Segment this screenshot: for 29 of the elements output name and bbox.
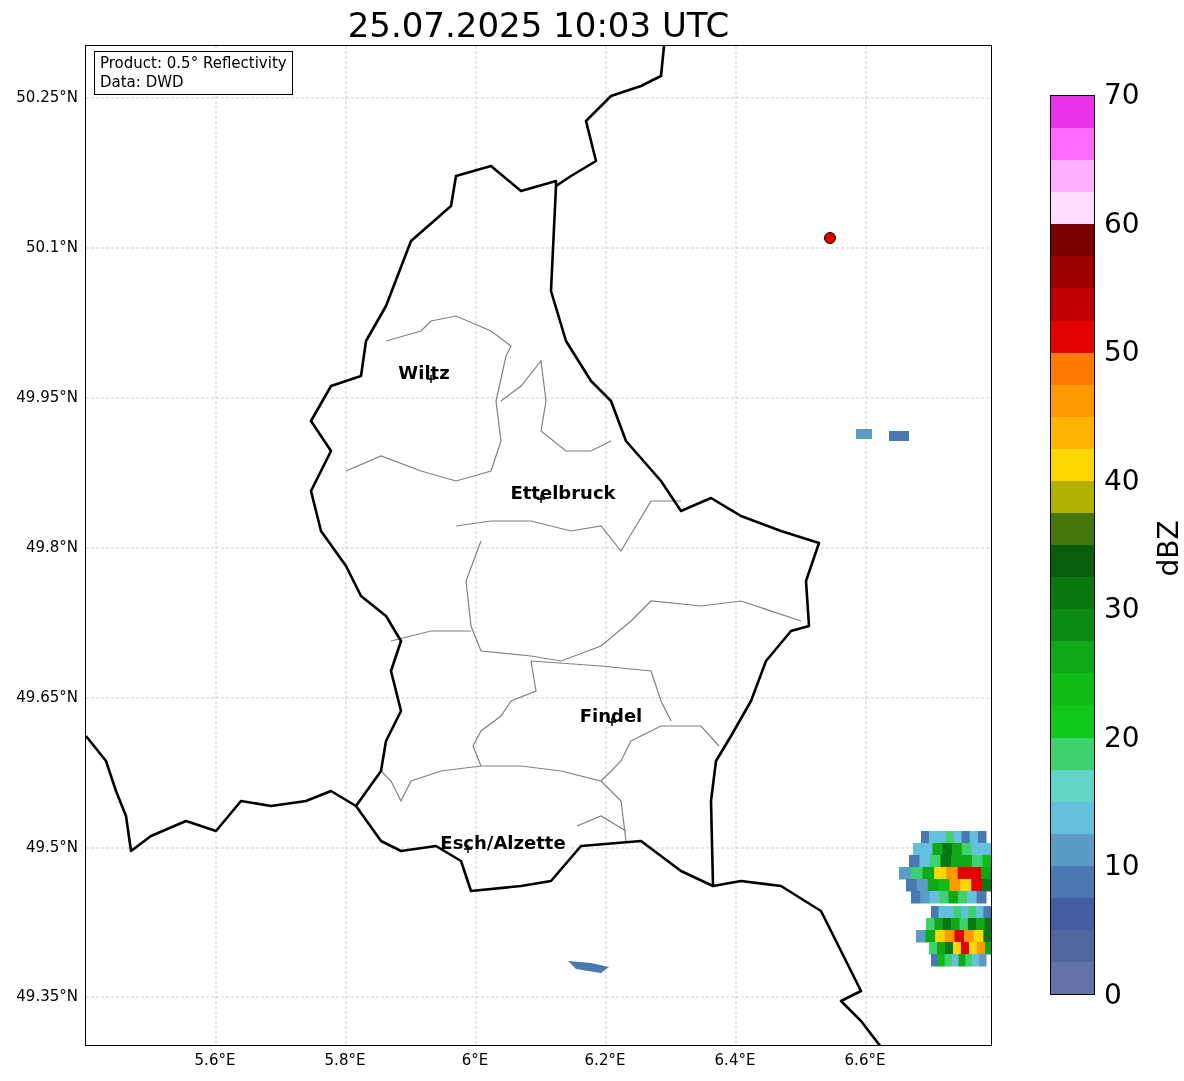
colorbar-tick-label: 30 <box>1104 593 1140 626</box>
info-text: Product: 0.5° Reflectivity <box>100 54 287 73</box>
longitude-label: 6.6°E <box>843 1051 887 1069</box>
city-label: Wiltz <box>398 362 450 383</box>
latitude-label: 49.35°N <box>16 987 78 1005</box>
longitude-label: 5.6°E <box>193 1051 237 1069</box>
latitude-label: 49.65°N <box>16 688 78 706</box>
longitude-label: 6.4°E <box>713 1051 757 1069</box>
longitude-label: 5.8°E <box>323 1051 367 1069</box>
latitude-label: 49.5°N <box>25 838 78 856</box>
city-label: Ettelbruck <box>510 482 616 503</box>
colorbar-tick-label: 10 <box>1104 850 1140 883</box>
longitude-label: 6°E <box>460 1051 490 1069</box>
colorbar-tick-label: 50 <box>1104 336 1140 369</box>
latitude-label: 49.95°N <box>16 388 78 406</box>
info-text: Data: DWD <box>100 73 185 92</box>
longitude-label: 6.2°E <box>583 1051 627 1069</box>
colorbar-tick-label: 40 <box>1104 464 1140 497</box>
latitude-label: 50.1°N <box>25 238 78 256</box>
city-label: Esch/Alzette <box>440 832 566 853</box>
colorbar-tick-label: 0 <box>1104 979 1122 1011</box>
colorbar-tick-label: 60 <box>1104 207 1140 240</box>
chart-title: 25.07.2025 10:03 UTC <box>346 5 731 45</box>
colorbar-tick-label: 20 <box>1104 721 1140 754</box>
colorbar-tick-label: 70 <box>1104 79 1140 111</box>
city-label: Findel <box>579 705 643 726</box>
latitude-label: 49.8°N <box>25 538 78 556</box>
colorbar-label: dBZ <box>1151 520 1184 577</box>
latitude-label: 50.25°N <box>16 88 78 106</box>
